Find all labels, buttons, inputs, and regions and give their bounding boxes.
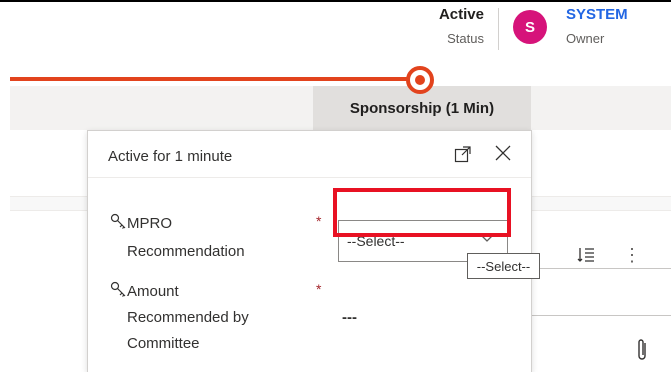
sort-icon[interactable] [577, 247, 595, 263]
status-label: Status [447, 31, 484, 46]
select-tooltip: --Select-- [467, 253, 540, 279]
stage-flyout: Active for 1 minute MPRO Recommendation … [87, 130, 532, 372]
status-value: Active [438, 6, 484, 23]
field-label-amount-line2: Recommended by [127, 309, 249, 326]
close-icon[interactable] [494, 144, 512, 162]
amount-recommended-value[interactable]: --- [342, 309, 357, 326]
owner-field: SYSTEM Owner [566, 6, 628, 48]
field-label-mpro-line2: Recommendation [127, 243, 245, 260]
field-label-mpro-line1: MPRO [127, 215, 172, 232]
owner-link[interactable]: SYSTEM [566, 6, 628, 24]
field-label-amount-line3: Committee [127, 335, 200, 352]
status-field: Active Status [420, 6, 484, 48]
active-stage-marker[interactable] [406, 66, 434, 94]
header-divider [498, 8, 499, 50]
flyout-divider [88, 177, 531, 178]
locked-field-icon [110, 213, 126, 229]
required-indicator: * [316, 281, 322, 297]
more-options-icon[interactable]: ⋮ [623, 245, 641, 265]
required-indicator: * [316, 213, 322, 229]
attachment-icon[interactable] [636, 338, 648, 362]
owner-avatar[interactable]: S [513, 10, 547, 44]
locked-field-icon [110, 281, 126, 297]
field-label-amount-line1: Amount [127, 283, 179, 300]
owner-label: Owner [566, 31, 605, 46]
top-border [0, 0, 671, 2]
flyout-title: Active for 1 minute [108, 148, 233, 165]
annotation-highlight-box [333, 188, 511, 237]
expand-icon[interactable] [454, 145, 472, 163]
process-progress-line [10, 77, 410, 81]
background-input[interactable] [530, 268, 671, 316]
